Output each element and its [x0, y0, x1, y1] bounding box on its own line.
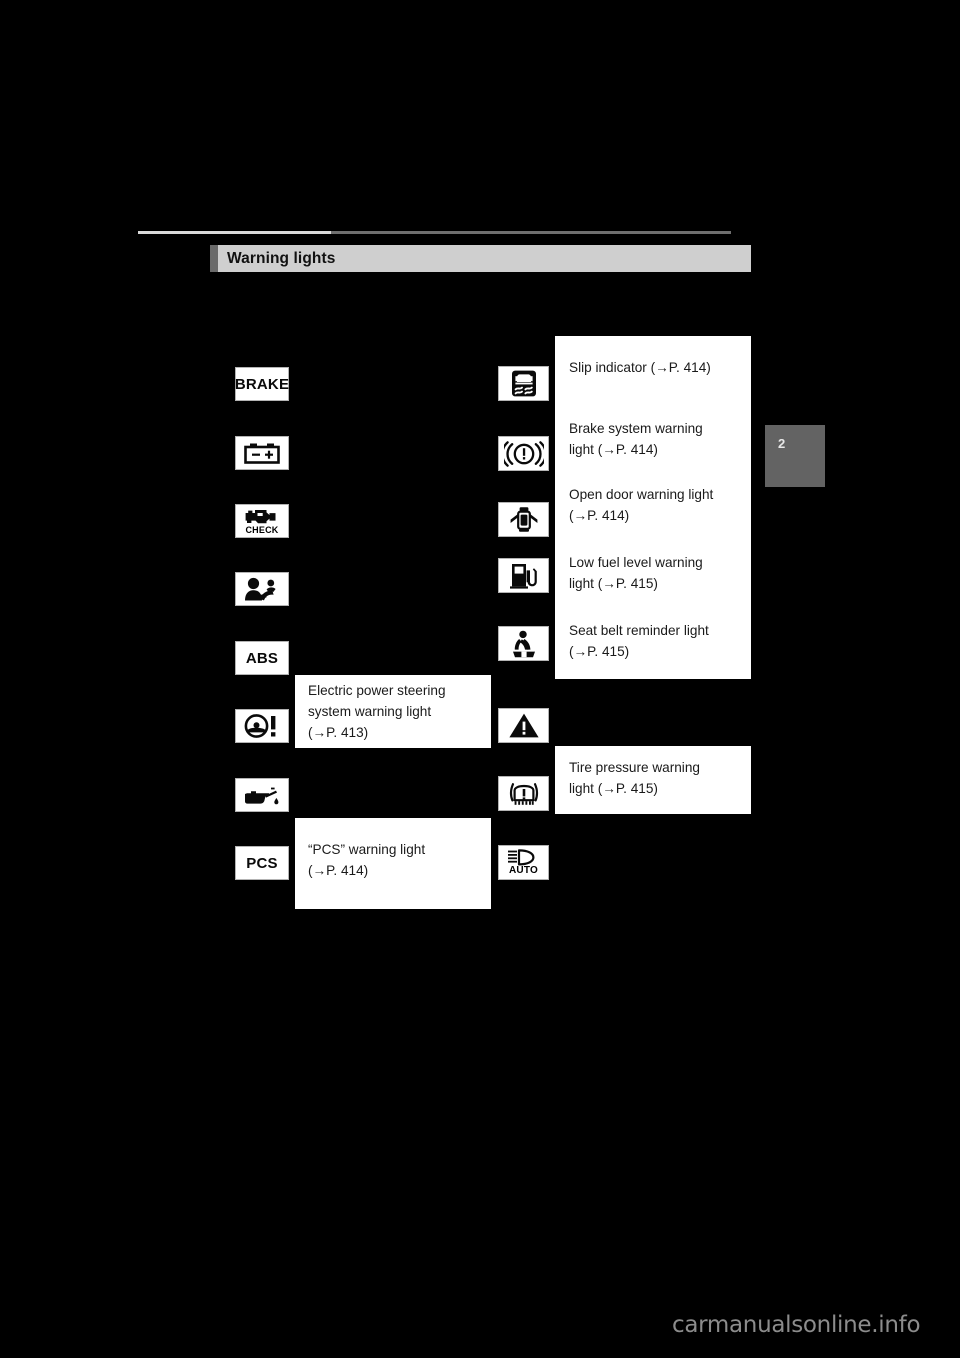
- icon-tile-brake-system-warning-light: [498, 436, 549, 471]
- callout-open-door: Open door warning light (→P. 414): [569, 484, 741, 526]
- page-title: Warning lights: [227, 249, 336, 267]
- callout-line: Electric power steering: [308, 683, 446, 698]
- icon-tile-seat-belt-reminder-light: [498, 626, 549, 661]
- site-watermark: carmanualsonline.info: [672, 1312, 921, 1338]
- callout-line: light (→P. 415): [569, 576, 658, 591]
- pcs-text-icon: PCS: [246, 854, 278, 872]
- callout-tire-pressure: Tire pressure warning light (→P. 415): [569, 757, 741, 799]
- callout-seat-belt: Seat belt reminder light (→P. 415): [569, 620, 741, 662]
- callout-electric-power-steering: Electric power steering system warning l…: [308, 680, 480, 743]
- slip-indicator-icon: [511, 370, 537, 397]
- callout-line: Brake system warning: [569, 421, 703, 436]
- icon-tile-low-fuel-level-warning-light: [498, 558, 549, 593]
- abs-text-icon: ABS: [245, 649, 279, 667]
- callout-line: Slip indicator (→P. 414): [569, 360, 711, 375]
- tire-pressure-icon: [507, 780, 541, 807]
- section-accent-bar: [210, 245, 218, 272]
- callout-line: (→P. 415): [569, 644, 630, 659]
- manual-page: Warning lights 2 Slip indicator (→P. 414…: [0, 0, 960, 1358]
- callout-line: system warning light: [308, 704, 432, 719]
- icon-tile-charging-system-warning-light: [235, 436, 289, 470]
- callout-line: (→P. 414): [569, 508, 630, 523]
- callout-line: (→P. 414): [308, 863, 369, 878]
- callout-line: Low fuel level warning: [569, 555, 703, 570]
- icon-tile-low-engine-oil-pressure-warning-light: [235, 778, 289, 812]
- callout-low-fuel: Low fuel level warning light (→P. 415): [569, 552, 741, 594]
- steering-wheel-icon: [243, 713, 281, 739]
- auto-headlight-label: AUTO: [509, 865, 538, 876]
- chapter-tab: 2: [765, 425, 825, 487]
- brake-text-icon: BRAKE: [234, 375, 290, 393]
- fuel-pump-icon: [509, 562, 539, 589]
- airbag-icon: [243, 577, 281, 602]
- icon-tile-electric-power-steering-warning-light: [235, 709, 289, 743]
- icon-tile-pcs-warning-light: PCS: [235, 846, 289, 880]
- open-door-icon: [509, 506, 539, 534]
- icon-tile-master-warning-light: [498, 708, 549, 743]
- icon-tile-auto-headlight-indicator: AUTO: [498, 845, 549, 880]
- icon-tile-brake-warning-light: BRAKE: [235, 367, 289, 401]
- callout-line: light (→P. 415): [569, 781, 658, 796]
- callout-line: Tire pressure warning: [569, 760, 700, 775]
- callout-brake-system: Brake system warning light (→P. 414): [569, 418, 741, 460]
- icon-tile-tire-pressure-warning-light: [498, 776, 549, 811]
- callout-line: “PCS” warning light: [308, 842, 426, 857]
- header-rule-light: [138, 231, 331, 234]
- battery-icon: [244, 442, 280, 464]
- icon-tile-malfunction-indicator-lamp: CHECK: [235, 504, 289, 538]
- triangle-warning-icon: [508, 712, 540, 739]
- callout-line: Seat belt reminder light: [569, 623, 709, 638]
- check-engine-icon: CHECK: [245, 508, 278, 535]
- brake-circle-icon: [503, 440, 544, 467]
- icon-tile-slip-indicator-light: [498, 366, 549, 401]
- header-rule-dark: [331, 231, 731, 234]
- icon-tile-abs-warning-light: ABS: [235, 641, 289, 675]
- auto-headlight-icon: AUTO: [507, 849, 541, 876]
- callout-line: Open door warning light: [569, 487, 714, 502]
- check-engine-label: CHECK: [245, 524, 279, 535]
- callout-pcs: “PCS” warning light (→P. 414): [308, 839, 480, 881]
- icon-tile-open-door-warning-light: [498, 502, 549, 537]
- section-header: Warning lights: [210, 245, 751, 272]
- icon-tile-srs-airbag-warning-light: [235, 572, 289, 606]
- seat-belt-icon: [510, 630, 538, 658]
- callout-line: (→P. 413): [308, 725, 369, 740]
- callout-line: light (→P. 414): [569, 442, 658, 457]
- oil-can-icon: [243, 784, 281, 806]
- callout-slip-indicator: Slip indicator (→P. 414): [569, 357, 739, 378]
